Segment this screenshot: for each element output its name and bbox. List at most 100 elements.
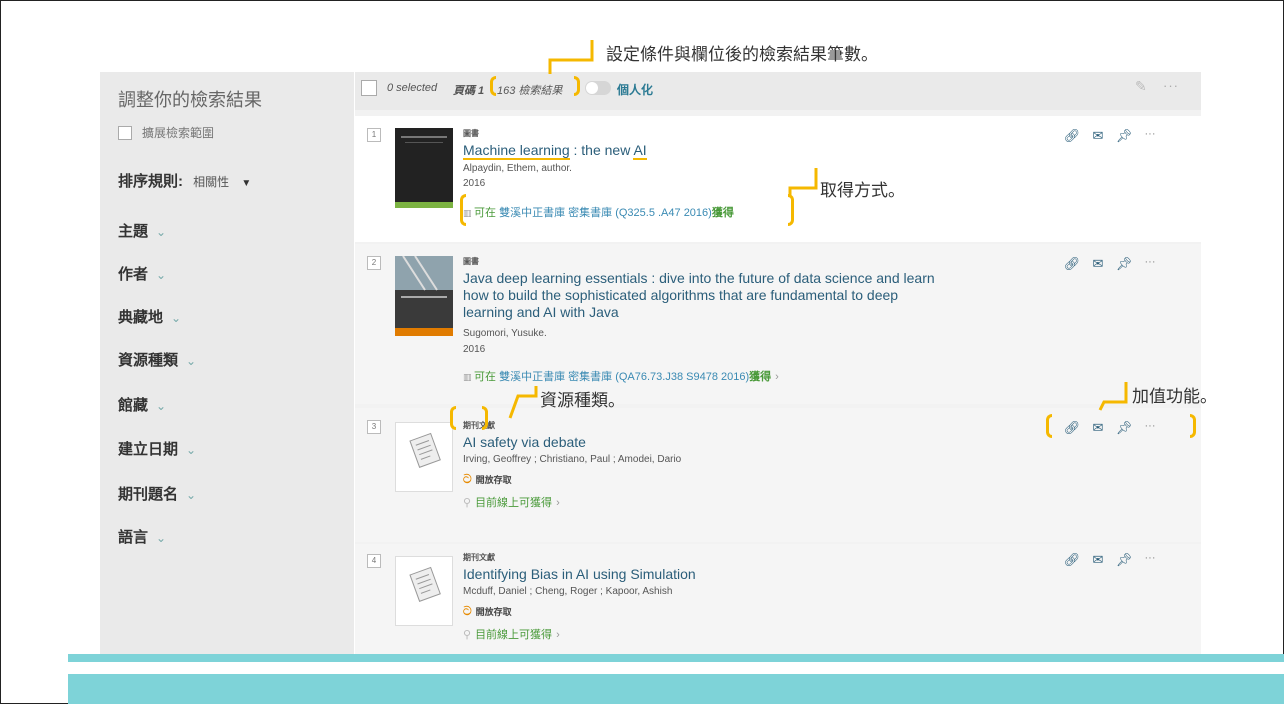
expand-search-option[interactable]: 擴展檢索範圍 bbox=[118, 124, 214, 141]
annotation-result-count: 設定條件與欄位後的檢索結果筆數。 bbox=[606, 45, 878, 65]
email-icon[interactable]: ✉ bbox=[1085, 256, 1111, 272]
facet-label: 主題 bbox=[118, 223, 149, 240]
select-all-checkbox[interactable] bbox=[361, 80, 377, 96]
chevron-right-icon: › bbox=[556, 629, 560, 641]
selected-count: 0 selected bbox=[387, 82, 438, 94]
annotation-leader bbox=[1098, 382, 1128, 411]
avail-got: 獲得 bbox=[749, 371, 772, 383]
page-number: 頁碼 1 bbox=[453, 85, 485, 97]
facet-creation-date[interactable]: 建立日期 ⌄ bbox=[118, 438, 196, 459]
pin-icon[interactable]: 📌︎ bbox=[1111, 128, 1137, 144]
book-cover-thumbnail[interactable] bbox=[395, 128, 453, 208]
open-access-label: 開放存取 bbox=[475, 607, 512, 617]
facet-location[interactable]: 典藏地 ⌄ bbox=[118, 306, 181, 327]
annotation-bracket-left bbox=[490, 76, 496, 96]
title-part: AI bbox=[633, 142, 647, 160]
article-thumbnail[interactable] bbox=[395, 422, 453, 492]
action-icons: 🔗︎ ✉ 📌︎ ··· bbox=[1059, 552, 1163, 568]
results-toolbar: 0 selected 頁碼 1 163 檢索結果 個人化 ✎ ··· bbox=[355, 72, 1201, 110]
result-year: 2016 bbox=[463, 344, 486, 355]
facet-label: 建立日期 bbox=[118, 441, 179, 458]
title-part: : the new bbox=[569, 142, 634, 158]
annotation-resource-type: 資源種類。 bbox=[540, 391, 625, 411]
article-icon bbox=[409, 566, 441, 602]
facet-topic[interactable]: 主題 ⌄ bbox=[118, 220, 166, 241]
avail-library: 雙溪中正書庫 密集書庫 bbox=[499, 371, 613, 383]
result-title[interactable]: Machine learning : the new AI bbox=[463, 142, 983, 160]
facet-collection[interactable]: 館藏 ⌄ bbox=[118, 394, 166, 415]
sort-label: 排序規則: bbox=[118, 173, 183, 190]
annotation-value-added: 加值功能。 bbox=[1132, 387, 1217, 407]
more-icon[interactable]: ··· bbox=[1137, 256, 1163, 272]
book-cover-icon bbox=[401, 136, 447, 143]
book-cover-icon bbox=[395, 255, 453, 336]
facet-label: 資源種類 bbox=[118, 352, 179, 369]
chevron-down-icon: ⌄ bbox=[156, 225, 167, 239]
chevron-down-icon: ⌄ bbox=[156, 531, 167, 545]
result-title[interactable]: AI safety via debate bbox=[463, 434, 983, 451]
email-icon[interactable]: ✉ bbox=[1085, 552, 1111, 568]
email-icon[interactable]: ✉ bbox=[1085, 128, 1111, 144]
link-icon[interactable]: 🔗︎ bbox=[1059, 420, 1085, 436]
avail-prefix: 可在 bbox=[474, 371, 497, 383]
facet-journal-title[interactable]: 期刊題名 ⌄ bbox=[118, 483, 196, 504]
facet-label: 期刊題名 bbox=[118, 486, 179, 503]
chevron-down-icon: ⌄ bbox=[171, 311, 182, 325]
sidebar-title: 調整你的檢索結果 bbox=[118, 90, 262, 110]
link-icon[interactable]: 🔗︎ bbox=[1059, 128, 1085, 144]
article-thumbnail[interactable] bbox=[395, 556, 453, 626]
more-icon[interactable]: ··· bbox=[1163, 78, 1179, 93]
result-item[interactable]: 4 期刊文獻 Identifying Bias in AI using Simu… bbox=[355, 544, 1201, 654]
facet-author[interactable]: 作者 ⌄ bbox=[118, 263, 166, 284]
avail-prefix: 可在 bbox=[474, 207, 497, 219]
annotation-leader bbox=[548, 40, 594, 74]
chevron-right-icon: › bbox=[775, 371, 779, 383]
facet-label: 語言 bbox=[118, 529, 149, 546]
resource-type: 圖書 bbox=[463, 257, 479, 266]
more-icon[interactable]: ··· bbox=[1137, 552, 1163, 568]
title-part: Machine learning bbox=[463, 142, 570, 160]
result-item[interactable]: 2 圖書 Java deep learning essentials : div… bbox=[355, 244, 1201, 404]
link-icon[interactable]: 🔗︎ bbox=[1059, 552, 1085, 568]
result-title[interactable]: Identifying Bias in AI using Simulation bbox=[463, 566, 983, 583]
resource-type: 期刊文獻 bbox=[463, 553, 495, 562]
title-line: learning and AI with Java bbox=[463, 304, 619, 320]
availability-link[interactable]: ▥ 可在 雙溪中正書庫 密集書庫 (Q325.5 .A47 2016)獲得 bbox=[463, 204, 734, 220]
action-icons: 🔗︎ ✉ 📌︎ ··· bbox=[1059, 128, 1163, 144]
result-number: 2 bbox=[367, 256, 381, 270]
facet-label: 典藏地 bbox=[118, 309, 164, 326]
open-access-icon: ට bbox=[463, 472, 472, 486]
online-availability-link[interactable]: ⚲ 目前線上可獲得 › bbox=[463, 494, 560, 510]
dropdown-caret-icon[interactable]: ▼ bbox=[241, 178, 251, 189]
pin-icon[interactable]: 📌︎ bbox=[1111, 552, 1137, 568]
more-icon[interactable]: ··· bbox=[1137, 128, 1163, 144]
link-icon[interactable]: 🔗︎ bbox=[1059, 256, 1085, 272]
expand-label: 擴展檢索範圍 bbox=[142, 126, 215, 140]
personalize-label[interactable]: 個人化 bbox=[617, 81, 653, 98]
facet-language[interactable]: 語言 ⌄ bbox=[118, 526, 166, 547]
availability-link[interactable]: ▥ 可在 雙溪中正書庫 密集書庫 (QA76.73.J38 S9478 2016… bbox=[463, 368, 779, 384]
expand-checkbox[interactable] bbox=[118, 125, 132, 140]
pin-icon[interactable]: ✎ bbox=[1135, 78, 1147, 95]
sort-value[interactable]: 相關性 bbox=[193, 175, 229, 189]
facet-resource-type[interactable]: 資源種類 ⌄ bbox=[118, 349, 196, 370]
online-availability-link[interactable]: ⚲ 目前線上可獲得 › bbox=[463, 626, 560, 642]
result-title[interactable]: Java deep learning essentials : dive int… bbox=[463, 270, 983, 321]
pin-icon[interactable]: 📌︎ bbox=[1111, 420, 1137, 436]
personalize-toggle[interactable] bbox=[585, 81, 611, 95]
more-icon[interactable]: ··· bbox=[1137, 420, 1163, 436]
result-number: 1 bbox=[367, 128, 381, 142]
result-author: Alpaydin, Ethem, author. bbox=[463, 163, 572, 174]
result-item[interactable]: 1 圖書 Machine learning : the new AI Alpay… bbox=[355, 116, 1201, 242]
footer-divider bbox=[68, 662, 1284, 674]
result-author: Irving, Geoffrey ; Christiano, Paul ; Am… bbox=[463, 454, 682, 465]
resource-type: 期刊文獻 bbox=[463, 421, 495, 430]
book-cover-thumbnail[interactable] bbox=[395, 255, 453, 336]
resource-type: 圖書 bbox=[463, 129, 479, 138]
sort-control[interactable]: 排序規則: 相關性 ▼ bbox=[118, 170, 251, 191]
results-panel: 0 selected 頁碼 1 163 檢索結果 個人化 ✎ ··· 1 圖書 … bbox=[355, 72, 1201, 654]
pin-icon[interactable]: 📌︎ bbox=[1111, 256, 1137, 272]
avail-got: 獲得 bbox=[711, 207, 734, 219]
email-icon[interactable]: ✉ bbox=[1085, 420, 1111, 436]
link-icon: ⚲ bbox=[463, 497, 472, 509]
